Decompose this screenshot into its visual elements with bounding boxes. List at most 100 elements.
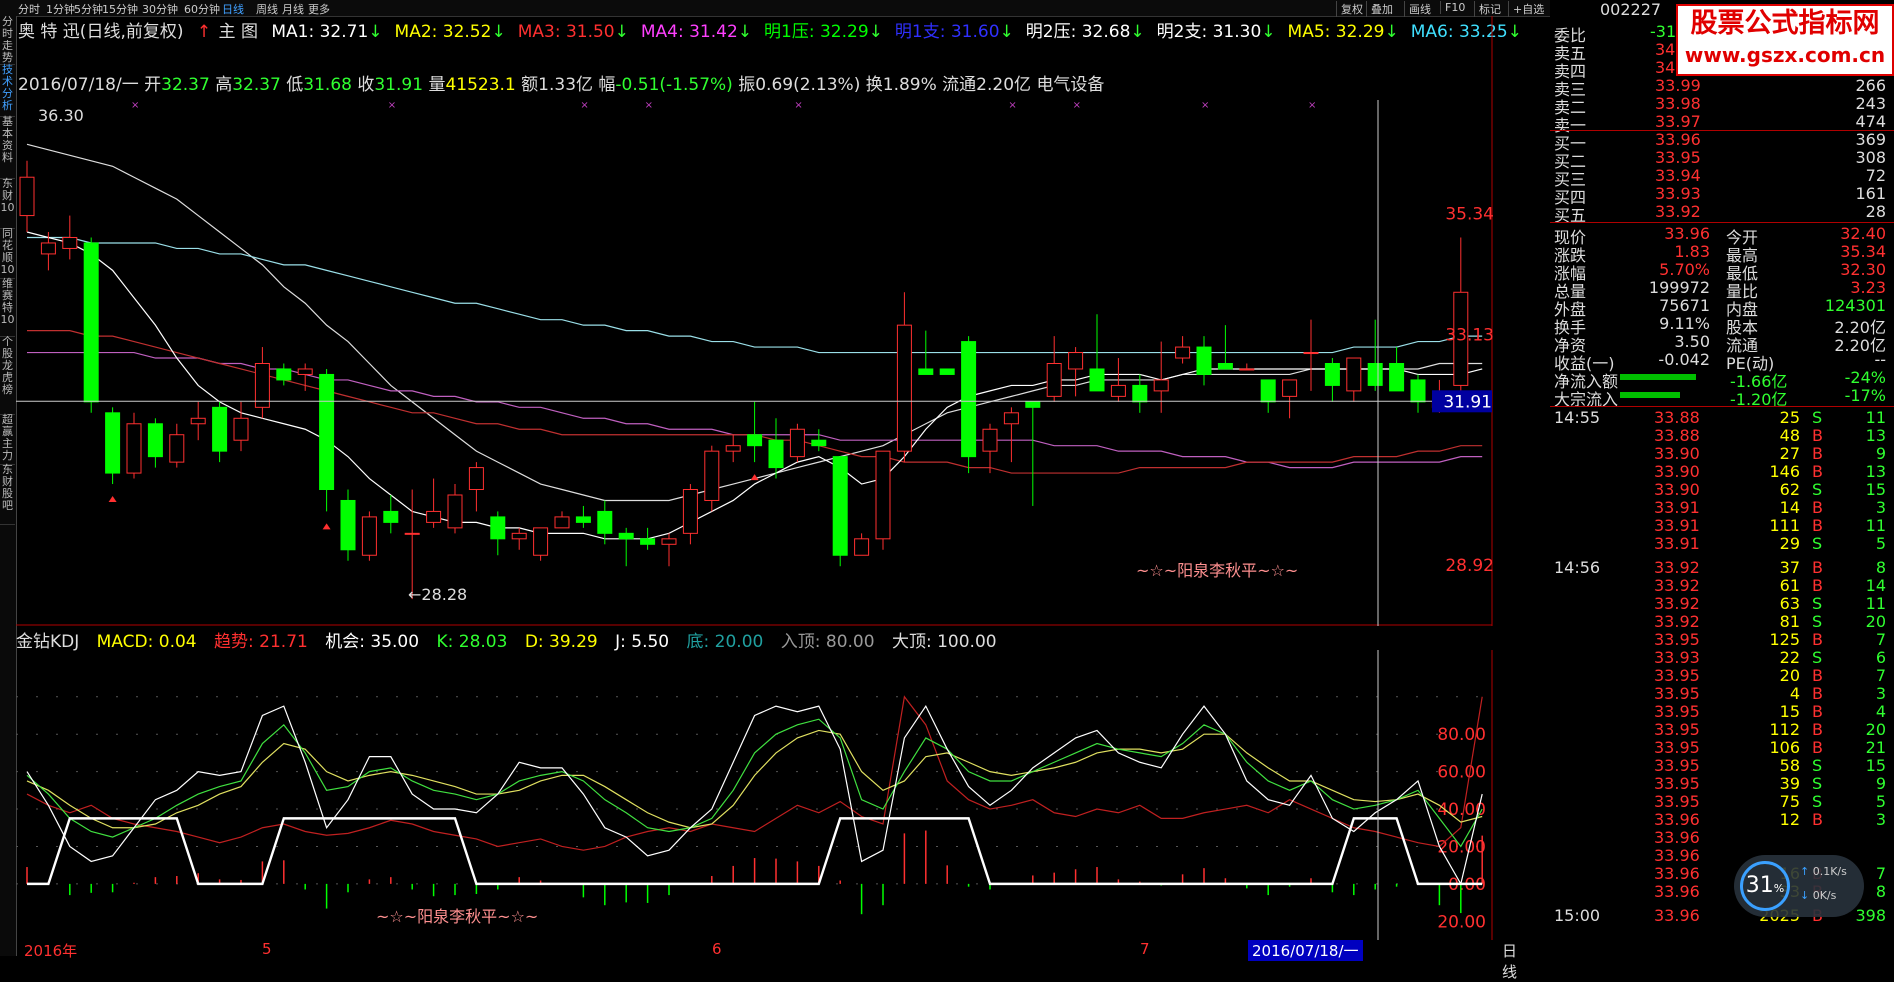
buy-row-1: 买二 33.95 308 bbox=[1550, 148, 1894, 171]
ticks-1456-count-9: 20 bbox=[1865, 720, 1886, 739]
ticks-1456-vol-8: 15 bbox=[1779, 702, 1800, 721]
stat-row-3: 总量 199972 量比 3.23 bbox=[1550, 278, 1894, 301]
flow-percent-0: -24% bbox=[1844, 368, 1886, 387]
toolbar-tab-2[interactable]: 画线 bbox=[1404, 1, 1431, 17]
toolbar-tab-1[interactable]: 叠加 bbox=[1366, 1, 1393, 17]
date-axis-bar: 2016年 5 6 7 2016/07/18/一 日线 bbox=[16, 940, 1517, 981]
period-tab-3[interactable]: 15分钟 bbox=[102, 1, 138, 17]
ticks-1455-price-3: 33.90 bbox=[1654, 462, 1700, 481]
buy-vol-1: 308 bbox=[1855, 148, 1886, 167]
stat-value-a-7: -0.042 bbox=[1658, 350, 1710, 369]
sell-row-3: 卖二 33.98 243 bbox=[1550, 94, 1894, 117]
ticks-1456-count-14: 3 bbox=[1875, 810, 1886, 829]
stat-value-a-1: 1.83 bbox=[1674, 242, 1710, 261]
candle-body-42 bbox=[918, 368, 934, 375]
indicator-tick-1: 60.00 bbox=[1437, 763, 1486, 783]
ticks-1455-side-3: B bbox=[1812, 462, 1823, 481]
stat-value-b-0: 32.40 bbox=[1840, 224, 1886, 243]
entry-top-value: 入顶: 80.00 bbox=[780, 632, 875, 652]
ticks-1455-side-5: B bbox=[1812, 498, 1823, 517]
ticks-1456-price-6: 33.95 bbox=[1654, 666, 1700, 685]
k-line bbox=[26, 718, 1483, 848]
ticks-1456-count-2: 11 bbox=[1865, 594, 1886, 613]
candle-body-26 bbox=[575, 516, 591, 523]
ticks-1456-row-12: 33.95 39 S 9 bbox=[1550, 774, 1894, 794]
sell-row-2: 卖三 33.99 266 bbox=[1550, 76, 1894, 99]
sell-row-4: 卖一 33.97 474 bbox=[1550, 112, 1894, 135]
period-tab-7[interactable]: 周线 bbox=[256, 1, 278, 17]
buy-vol-2: 72 bbox=[1865, 166, 1886, 185]
candle-body-39 bbox=[854, 538, 870, 556]
period-tab-9[interactable]: 更多 bbox=[308, 1, 330, 17]
period-tab-0[interactable]: 分时 bbox=[18, 1, 40, 17]
left-tab-8[interactable]: 东财股吧 bbox=[0, 464, 15, 525]
ticks-1455-count-3: 13 bbox=[1865, 462, 1886, 481]
ticks-1456-row-15: 33.96 bbox=[1550, 828, 1894, 848]
period-tab-4[interactable]: 30分钟 bbox=[142, 1, 178, 17]
candle-body-14 bbox=[319, 373, 335, 491]
quote-panel: 002227委比-31卖五34.01卖四34.00689卖三33.99266卖二… bbox=[1550, 0, 1894, 956]
candle-body-60 bbox=[1303, 352, 1319, 355]
kdj-indicator-chart[interactable]: 80.0060.0040.0020.000.0020.00~☆~阳泉李秋平~☆~ bbox=[16, 650, 1496, 940]
network-speed-widget[interactable]: 31% ↑ 0.1K/s ↓ 0K/s bbox=[1734, 855, 1864, 917]
left-tab-4[interactable]: 同花顺10 bbox=[0, 228, 15, 279]
sell-vol-4: 474 bbox=[1855, 112, 1886, 131]
ticks-1456-price-15: 33.96 bbox=[1654, 828, 1700, 847]
candle-body-0 bbox=[19, 176, 35, 217]
left-tab-2[interactable]: 基本资料 bbox=[0, 116, 15, 179]
ticks-1455-vol-1: 48 bbox=[1779, 426, 1800, 445]
toolbar-tab-0[interactable]: 复权 bbox=[1336, 1, 1363, 17]
candle-body-36 bbox=[789, 428, 805, 458]
ticks-1456-count-8: 4 bbox=[1875, 702, 1886, 721]
stat-value-b-1: 35.34 bbox=[1840, 242, 1886, 261]
candle-body-6 bbox=[147, 423, 163, 458]
period-tab-1[interactable]: 1分钟 bbox=[46, 1, 75, 17]
left-tab-7[interactable]: 超赢主力 bbox=[0, 414, 15, 465]
signal-marker-7: × bbox=[1201, 100, 1209, 111]
candle-body-27 bbox=[597, 510, 613, 534]
toolbar-tab-4[interactable]: 标记 bbox=[1474, 1, 1501, 17]
candle-body-43 bbox=[939, 368, 955, 375]
indicator-tick-5: 20.00 bbox=[1437, 912, 1486, 932]
candle-body-28 bbox=[618, 532, 634, 540]
ticks-1455-side-0: S bbox=[1812, 408, 1823, 427]
ticks-1455-count-1: 13 bbox=[1865, 426, 1886, 445]
bottom-value: 底: 20.00 bbox=[686, 632, 764, 652]
stat-row-0: 现价 33.96 今开 32.40 bbox=[1550, 224, 1894, 247]
candlestick-chart[interactable]: 35.34 33.13 28.92 31.91 36.30 ←28.28 ~☆~阳泉李秋平~… bbox=[16, 16, 1496, 626]
buy-row-3: 买四 33.93 161 bbox=[1550, 184, 1894, 207]
ticks-1456-count-1: 14 bbox=[1865, 576, 1886, 595]
ticks-1456-count-11: 15 bbox=[1865, 756, 1886, 775]
period-tab-6[interactable]: 日线 bbox=[222, 1, 244, 17]
left-tab-1[interactable]: 技术分析 bbox=[0, 64, 15, 117]
left-tab-5[interactable]: 维赛特10 bbox=[0, 278, 15, 337]
date-axis-label-4: 2016/07/18/一 bbox=[1248, 940, 1363, 961]
buy-price-4: 33.92 bbox=[1655, 202, 1701, 221]
ticks-1456-side-12: S bbox=[1812, 774, 1823, 793]
stat-value-b-2: 32.30 bbox=[1840, 260, 1886, 279]
indicator-watermark: ~☆~阳泉李秋平~☆~ bbox=[376, 907, 538, 926]
candle-body-57 bbox=[1239, 368, 1255, 371]
candle-body-29 bbox=[640, 538, 656, 545]
period-tab-2[interactable]: 5分钟 bbox=[74, 1, 103, 17]
candle-body-19 bbox=[426, 510, 442, 523]
candle-body-1 bbox=[40, 242, 56, 255]
candle-body-41 bbox=[896, 324, 912, 452]
ticks-1456-count-13: 5 bbox=[1875, 792, 1886, 811]
left-tab-3[interactable]: 东财10 bbox=[0, 178, 15, 229]
period-tab-5[interactable]: 60分钟 bbox=[184, 1, 220, 17]
toolbar-tab-5[interactable]: +自选 bbox=[1508, 1, 1544, 17]
flow-row-1: 大宗流入 -1.20亿 -17% bbox=[1550, 386, 1894, 409]
candle-body-31 bbox=[682, 489, 698, 534]
left-tab-6[interactable]: 个股龙虎榜 bbox=[0, 336, 15, 415]
ticks-1455-count-2: 9 bbox=[1875, 444, 1886, 463]
ticks-1456-count-18: 8 bbox=[1875, 882, 1886, 901]
period-tab-8[interactable]: 月线 bbox=[282, 1, 304, 17]
candle-body-4 bbox=[105, 412, 121, 474]
indicator-tick-0: 80.00 bbox=[1437, 725, 1486, 745]
toolbar-tab-3[interactable]: F10 bbox=[1440, 1, 1465, 14]
peak-price-label: 36.30 bbox=[38, 106, 84, 125]
upload-speed: ↑ 0.1K/s bbox=[1800, 865, 1847, 878]
stat-row-6: 净资 3.50 流通 2.20亿 bbox=[1550, 332, 1894, 355]
candle-body-18 bbox=[404, 532, 420, 535]
